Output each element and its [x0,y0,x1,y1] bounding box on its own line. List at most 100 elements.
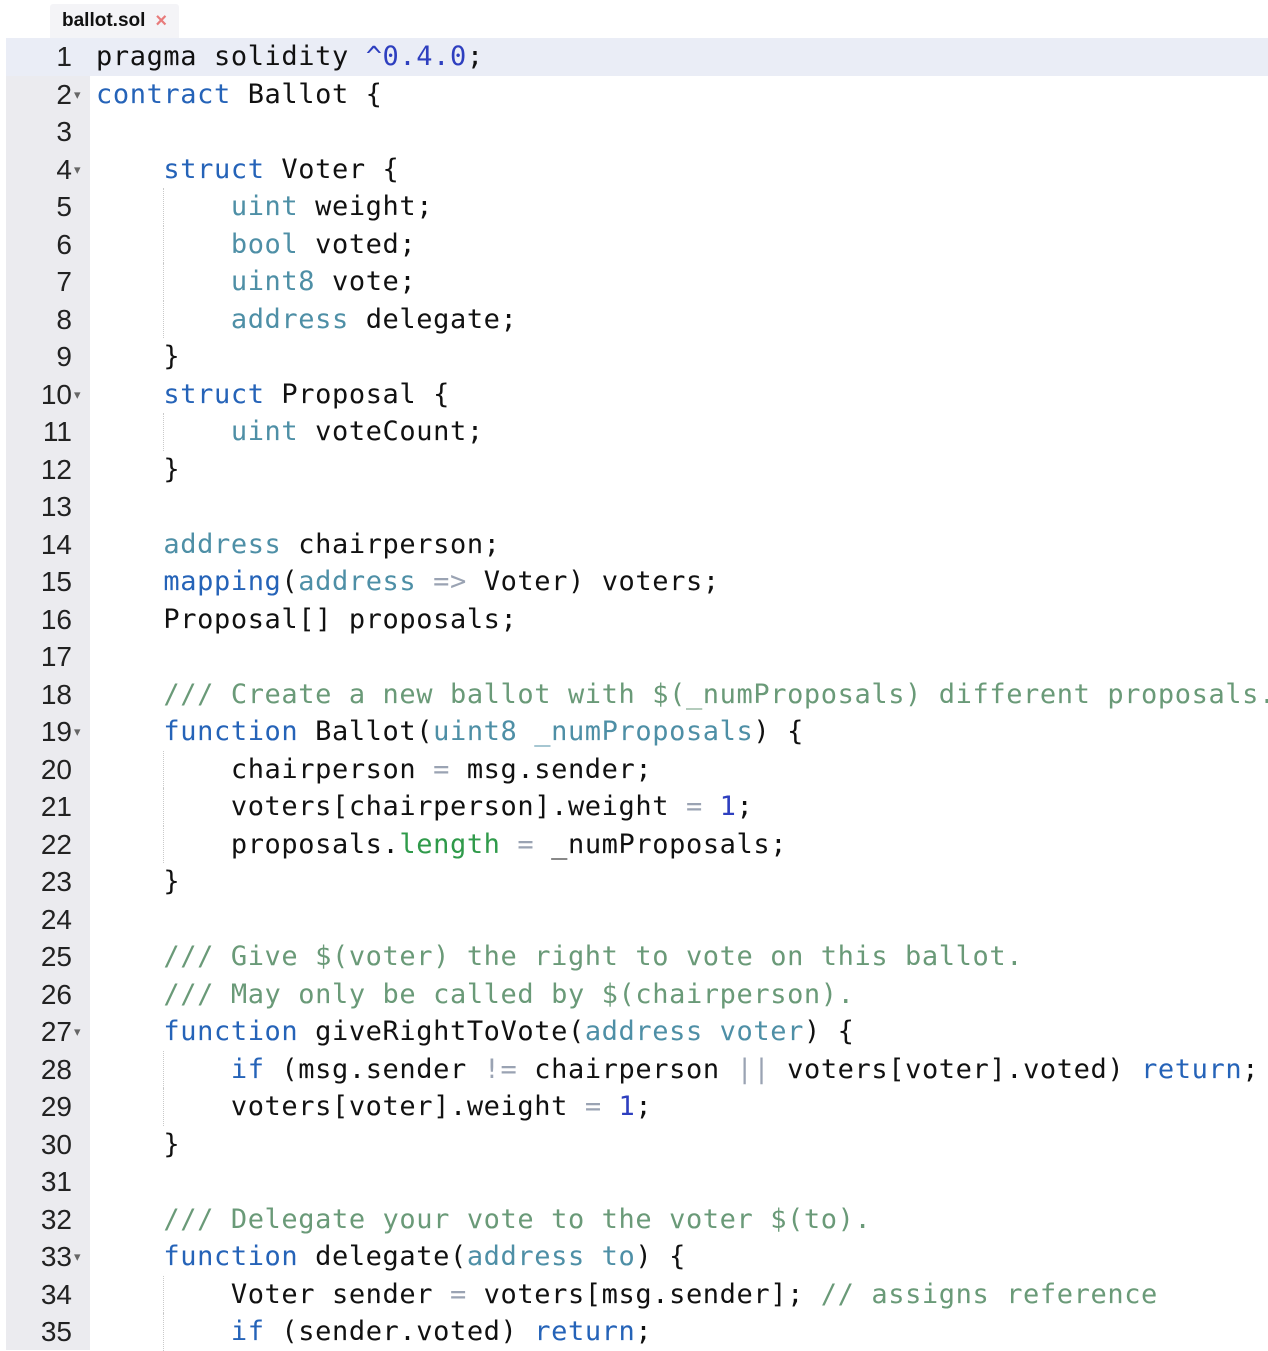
code-line[interactable]: 15 mapping(address => Voter) voters; [0,563,1268,601]
fold-toggle-icon[interactable]: ▾ [74,1238,81,1276]
code-token: 1 [618,1091,636,1122]
code-text[interactable]: } [96,451,180,489]
line-number: 16 [40,603,72,635]
code-line[interactable]: 10 ▾ struct Proposal { [0,376,1268,414]
fold-toggle-icon[interactable]: ▾ [74,1013,81,1051]
line-number: 10 [40,378,72,410]
code-token: giveRightToVote( [298,1016,585,1047]
code-text[interactable]: mapping(address => Voter) voters; [96,563,720,601]
code-line[interactable]: 31 [0,1163,1268,1201]
code-text[interactable]: struct Voter { [96,151,399,189]
code-text[interactable]: /// Give $(voter) the right to vote on t… [96,938,1023,976]
code-text[interactable]: uint weight; [96,188,433,226]
line-number: 14 [40,528,72,560]
code-token: chairperson [517,1053,737,1085]
code-text[interactable]: function Ballot(uint8 _numProposals) { [96,713,804,751]
code-line[interactable]: 24 [0,901,1268,939]
code-line[interactable]: 9 } [0,338,1268,376]
code-text[interactable]: } [96,338,180,376]
code-line[interactable]: 5 uint weight; [0,188,1268,226]
close-icon[interactable]: × [155,10,167,33]
code-token: } [96,341,181,372]
line-number: 35 [40,1316,72,1347]
fold-toggle-icon[interactable]: ▾ [74,151,81,189]
line-number: 1 [56,41,72,72]
code-line[interactable]: 4 ▾ struct Voter { [0,151,1268,189]
code-token: /// Give $(voter) the right to vote on t… [163,941,1024,972]
code-text[interactable]: proposals.length = _numProposals; [96,826,787,864]
code-line[interactable]: 33 ▾ function delegate(address to) { [0,1238,1268,1276]
code-text[interactable]: if (msg.sender != chairperson || voters[… [96,1051,1259,1089]
code-text[interactable]: } [96,1126,180,1164]
code-text[interactable]: function giveRightToVote(address voter) … [96,1013,855,1051]
code-token: voters[chairperson].weight [96,791,686,822]
code-line[interactable]: 30 } [0,1126,1268,1164]
code-text[interactable]: Voter sender = voters[msg.sender]; // as… [96,1276,1158,1314]
code-line[interactable]: 25 /// Give $(voter) the right to vote o… [0,938,1268,976]
code-line[interactable]: 6 bool voted; [0,225,1268,264]
code-text[interactable]: if (sender.voted) return; [96,1313,652,1351]
code-token: address [298,566,417,597]
code-line[interactable]: 35 if (sender.voted) return; [0,1313,1268,1351]
code-text[interactable]: voters[chairperson].weight = 1; [96,788,753,826]
line-number: 26 [40,978,72,1010]
code-line[interactable]: 12 } [0,451,1268,489]
code-line[interactable]: 29 voters[voter].weight = 1; [0,1088,1268,1126]
code-line[interactable]: 26 /// May only be called by $(chairpers… [0,976,1268,1014]
fold-toggle-icon[interactable]: ▾ [74,376,81,414]
code-token: ( [281,566,299,597]
code-line[interactable]: 3 [0,113,1268,151]
code-token: ; [466,41,484,72]
code-editor[interactable]: 1 pragma solidity ^0.4.0; 2 ▾ contract Ballo… [0,38,1268,1351]
code-line[interactable]: 27 ▾ function giveRightToVote(address vot… [0,1013,1268,1051]
code-text[interactable]: function delegate(address to) { [96,1238,686,1276]
code-token: ) { [753,716,804,747]
code-text[interactable]: uint voteCount; [96,413,484,451]
code-text[interactable]: } [96,863,180,901]
code-line[interactable]: 17 [0,638,1268,676]
code-line[interactable]: 7 uint8 vote; [0,263,1268,301]
code-text[interactable]: uint8 vote; [96,263,416,301]
code-line[interactable]: 8 address delegate; [0,300,1268,339]
code-text[interactable]: bool voted; [96,226,416,264]
code-line[interactable]: 19 ▾ function Ballot(uint8 _numProposals)… [0,713,1268,751]
code-text[interactable]: /// Create a new ballot with $(_numPropo… [96,676,1268,714]
code-line[interactable]: 21 voters[chairperson].weight = 1; [0,788,1268,826]
code-line[interactable]: 13 [0,488,1268,526]
fold-toggle-icon[interactable]: ▾ [74,76,81,114]
code-line[interactable]: 20 chairperson = msg.sender; [0,750,1268,789]
code-token: return [534,1316,636,1347]
code-text[interactable]: contract Ballot { [96,76,383,114]
code-text[interactable]: voters[voter].weight = 1; [96,1088,652,1126]
code-text[interactable]: chairperson = msg.sender; [96,751,652,789]
code-token: } [96,453,181,485]
code-line[interactable]: 14 address chairperson; [0,526,1268,564]
code-line[interactable]: 28 if (msg.sender != chairperson || vote… [0,1050,1268,1089]
fold-toggle-icon[interactable]: ▾ [74,713,81,751]
code-text[interactable]: pragma solidity ^0.4.0; [96,38,484,76]
code-text[interactable]: Proposal[] proposals; [96,601,517,639]
code-line[interactable]: 34 Voter sender = voters[msg.sender]; //… [0,1275,1268,1314]
code-line[interactable]: 16 Proposal[] proposals; [0,601,1268,639]
code-line[interactable]: 2 ▾ contract Ballot { [0,76,1268,114]
code-line[interactable]: 1 pragma solidity ^0.4.0; [0,38,1268,76]
code-text[interactable]: struct Proposal { [96,376,450,414]
code-line[interactable]: 11 uint voteCount; [0,413,1268,451]
code-token: delegate; [348,303,518,335]
code-token: voteCount; [298,416,484,447]
code-line[interactable]: 23 } [0,863,1268,901]
code-text[interactable]: address delegate; [96,301,517,339]
code-token: ; [736,791,754,822]
code-line[interactable]: 18 /// Create a new ballot with $(_numPr… [0,676,1268,714]
file-tab-ballot-sol[interactable]: ballot.sol × [50,4,180,38]
code-text[interactable]: /// May only be called by $(chairperson)… [96,976,855,1014]
code-line[interactable]: 32 /// Delegate your vote to the voter $… [0,1201,1268,1239]
tab-title[interactable]: ballot.sol [62,10,145,32]
code-line[interactable]: 22 proposals.length = _numProposals; [0,825,1268,864]
code-text[interactable]: address chairperson; [96,526,501,564]
code-text[interactable]: /// Delegate your vote to the voter $(to… [96,1201,871,1239]
line-number: 28 [40,1053,72,1085]
code-token: uint [230,191,299,222]
